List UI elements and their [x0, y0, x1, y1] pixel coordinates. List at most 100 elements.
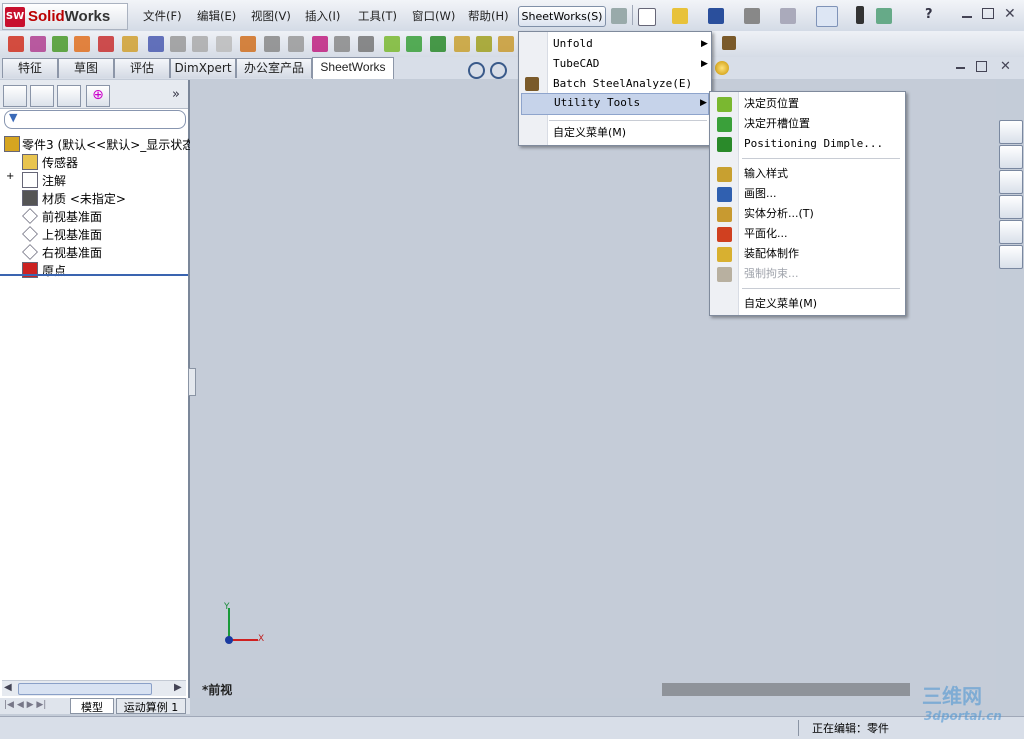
menu-item-tubecad[interactable]: TubeCAD ▶	[519, 54, 711, 74]
vent-icon[interactable]	[454, 36, 470, 52]
help-icon[interactable]: ?	[925, 7, 933, 22]
expand-icon[interactable]: +	[6, 171, 14, 182]
menu-item-utility-tools[interactable]: Utility Tools ▶	[521, 93, 709, 115]
tab-scroll-arrows-icon[interactable]: |◀ ◀ ▶ ▶|	[4, 700, 46, 710]
tree-item-front-plane[interactable]: 前视基准面	[0, 206, 188, 224]
zoom-to-fit-icon[interactable]	[468, 62, 485, 79]
menu-item-customize-menu[interactable]: 自定义菜单(M)	[519, 123, 711, 143]
menu-edit[interactable]: 编辑(E)	[197, 8, 236, 24]
menu-item-positioning-dimple[interactable]: Positioning Dimple...	[710, 134, 905, 154]
insert-bends-icon[interactable]	[264, 36, 280, 52]
configuration-manager-tab-icon[interactable]	[57, 85, 81, 107]
closed-corner-icon[interactable]	[312, 36, 328, 52]
menu-file[interactable]: 文件(F)	[143, 8, 182, 24]
appearance-icon[interactable]	[715, 61, 729, 75]
new-document-icon[interactable]	[638, 8, 656, 26]
minimize-icon[interactable]	[962, 16, 972, 18]
menu-item-slot-position[interactable]: 决定开槽位置	[710, 114, 905, 134]
tree-item-sensors[interactable]: 传感器	[0, 152, 188, 170]
tree-item-material[interactable]: 材质 <未指定>	[0, 188, 188, 206]
save-icon[interactable]	[708, 8, 724, 24]
fold-icon[interactable]	[170, 36, 186, 52]
menu-item-batch-steelanalyze[interactable]: Batch SteelAnalyze(E)	[519, 74, 711, 94]
tree-item-right-plane[interactable]: 右视基准面	[0, 242, 188, 260]
rollback-bar[interactable]	[0, 274, 188, 276]
dimple-tb-icon[interactable]	[430, 36, 446, 52]
undo-icon[interactable]	[780, 8, 796, 24]
view-palette-icon[interactable]	[999, 195, 1023, 219]
tree-item-annotations[interactable]: + 注解	[0, 170, 188, 188]
tree-item-top-plane[interactable]: 上视基准面	[0, 224, 188, 242]
horizontal-scrollbar[interactable]: ◀ ▶	[2, 680, 186, 696]
expand-panel-icon[interactable]: »	[172, 87, 180, 102]
options-icon[interactable]	[876, 8, 892, 24]
unfold-icon[interactable]	[148, 36, 164, 52]
menu-item-drawing[interactable]: 画图...	[710, 184, 905, 204]
custom-properties-icon[interactable]	[999, 245, 1023, 269]
select-cursor-icon[interactable]	[816, 6, 838, 27]
tab-sketch[interactable]: 草图	[58, 58, 114, 78]
no-bends-icon[interactable]	[216, 36, 232, 52]
corner-trim-icon[interactable]	[288, 36, 304, 52]
hem-icon[interactable]	[74, 36, 90, 52]
menu-item-unfold[interactable]: Unfold ▶	[519, 34, 711, 54]
flatten-icon[interactable]	[192, 36, 208, 52]
tab-office-products[interactable]: 办公室产品	[236, 58, 312, 78]
appearances-icon[interactable]	[999, 220, 1023, 244]
jog-icon[interactable]	[122, 36, 138, 52]
dimxpert-manager-tab-icon[interactable]: ⊕	[86, 85, 110, 107]
restore-icon[interactable]	[982, 8, 994, 19]
tab-motion-study[interactable]: 运动算例 1	[116, 698, 186, 714]
doc-restore-icon[interactable]	[976, 61, 987, 72]
pin-icon[interactable]	[611, 8, 627, 24]
close-icon[interactable]: ✕	[1004, 6, 1016, 22]
tab-features[interactable]: 特征	[2, 58, 58, 78]
menu-window[interactable]: 窗口(W)	[412, 8, 455, 24]
menu-item-import-style[interactable]: 输入样式	[710, 164, 905, 184]
menu-view[interactable]: 视图(V)	[251, 8, 291, 24]
menu-item-assembly-make[interactable]: 装配体制作	[710, 244, 905, 264]
scroll-left-icon[interactable]: ◀	[4, 682, 12, 693]
scrollbar-thumb[interactable]	[18, 683, 152, 695]
welded-corner-icon[interactable]	[334, 36, 350, 52]
miter-flange-icon[interactable]	[52, 36, 68, 52]
menu-item-solid-analysis[interactable]: 实体分析...(T)	[710, 204, 905, 224]
toolbar-steelanalyze-icon[interactable]	[722, 36, 736, 50]
doc-minimize-icon[interactable]	[956, 67, 965, 69]
property-manager-tab-icon[interactable]	[30, 85, 54, 107]
menu-sheetworks[interactable]: SheetWorks(S)	[518, 6, 606, 27]
tab-dimxpert[interactable]: DimXpert	[170, 58, 236, 78]
rip-icon[interactable]	[240, 36, 256, 52]
edge-flange-icon[interactable]	[30, 36, 46, 52]
menu-item-customize-menu[interactable]: 自定义菜单(M)	[710, 294, 905, 314]
scroll-right-icon[interactable]: ▶	[174, 682, 182, 693]
solidworks-logo[interactable]: SW SolidWorks	[2, 3, 128, 30]
break-corner-icon[interactable]	[358, 36, 374, 52]
slot-position-tb-icon[interactable]	[406, 36, 422, 52]
panel-splitter-handle[interactable]	[188, 368, 196, 396]
page-position-tb-icon[interactable]	[384, 36, 400, 52]
feature-manager-tab-icon[interactable]	[3, 85, 27, 107]
menu-help[interactable]: 帮助(H)	[468, 8, 509, 24]
tree-item-part[interactable]: 零件3 (默认<<默认>_显示状态	[0, 134, 194, 152]
design-library-icon[interactable]	[999, 145, 1023, 169]
feature-filter-input[interactable]: ▼	[4, 110, 186, 129]
graphics-scrollbar[interactable]	[662, 683, 910, 696]
print-icon[interactable]	[744, 8, 760, 24]
tab-model[interactable]: 模型	[70, 698, 114, 714]
open-folder-icon[interactable]	[672, 8, 688, 24]
base-flange-icon[interactable]	[8, 36, 24, 52]
tab-evaluate[interactable]: 评估	[114, 58, 170, 78]
menu-tools[interactable]: 工具(T)	[358, 8, 397, 24]
form-tool-icon[interactable]	[476, 36, 492, 52]
menu-insert[interactable]: 插入(I)	[305, 8, 340, 24]
tab-sheetworks[interactable]: SheetWorks	[312, 57, 394, 79]
rebuild-traffic-light-icon[interactable]	[856, 6, 864, 24]
menu-item-page-position[interactable]: 决定页位置	[710, 94, 905, 114]
menu-item-flatten[interactable]: 平面化...	[710, 224, 905, 244]
doc-close-icon[interactable]: ✕	[1000, 59, 1011, 74]
cross-break-icon[interactable]	[498, 36, 514, 52]
zoom-area-icon[interactable]	[490, 62, 507, 79]
file-explorer-icon[interactable]	[999, 170, 1023, 194]
sketched-bend-icon[interactable]	[98, 36, 114, 52]
